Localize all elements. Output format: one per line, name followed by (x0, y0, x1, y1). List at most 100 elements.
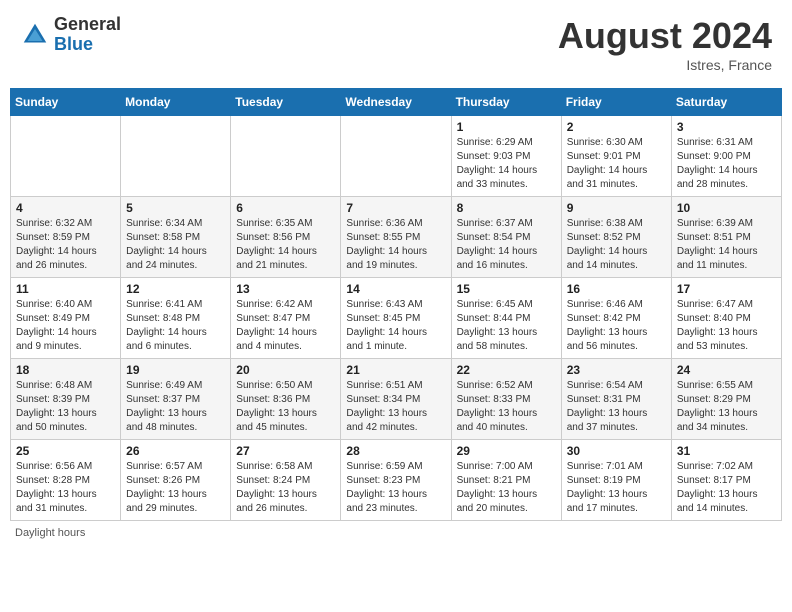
day-number: 22 (457, 363, 556, 377)
day-number: 20 (236, 363, 335, 377)
day-info: Sunrise: 6:31 AM Sunset: 9:00 PM Dayligh… (677, 136, 776, 192)
calendar-cell: 21 Sunrise: 6:51 AM Sunset: 8:34 PM Dayli… (341, 359, 451, 440)
logo-blue: Blue (54, 35, 121, 55)
day-info: Sunrise: 6:36 AM Sunset: 8:55 PM Dayligh… (346, 217, 445, 273)
calendar-cell: 18 Sunrise: 6:48 AM Sunset: 8:39 PM Dayli… (11, 359, 121, 440)
calendar-cell: 27Sunrise: 6:58 AM Sunset: 8:24 PM Dayli… (231, 440, 341, 521)
calendar-cell: 9Sunrise: 6:38 AM Sunset: 8:52 PM Daylig… (561, 197, 671, 278)
calendar-week-row: 1 Sunrise: 6:29 AM Sunset: 9:03 PM Daylig… (11, 116, 782, 197)
calendar-cell: 23Sunrise: 6:54 AM Sunset: 8:31 PM Dayli… (561, 359, 671, 440)
calendar-cell: 19 Sunrise: 6:49 AM Sunset: 8:37 PM Dayli… (121, 359, 231, 440)
day-info: Sunrise: 6:40 AM Sunset: 8:49 PM Dayligh… (16, 298, 115, 354)
calendar-cell (341, 116, 451, 197)
day-info: Sunrise: 6:35 AM Sunset: 8:56 PM Dayligh… (236, 217, 335, 273)
day-number: 16 (567, 282, 666, 296)
calendar-week-row: 18 Sunrise: 6:48 AM Sunset: 8:39 PM Dayli… (11, 359, 782, 440)
day-number: 10 (677, 201, 776, 215)
title-block: August 2024 Istres, France (558, 15, 772, 73)
calendar-day-header: Tuesday (231, 89, 341, 116)
calendar-cell: 25 Sunrise: 6:56 AM Sunset: 8:28 PM Dayli… (11, 440, 121, 521)
calendar-cell: 16 Sunrise: 6:46 AM Sunset: 8:42 PM Dayli… (561, 278, 671, 359)
day-number: 27 (236, 444, 335, 458)
day-info: Sunrise: 6:50 AM Sunset: 8:36 PM Dayligh… (236, 379, 335, 435)
day-number: 6 (236, 201, 335, 215)
calendar-week-row: 25 Sunrise: 6:56 AM Sunset: 8:28 PM Dayli… (11, 440, 782, 521)
day-info: Sunrise: 6:49 AM Sunset: 8:37 PM Dayligh… (126, 379, 225, 435)
calendar-cell: 14 Sunrise: 6:43 AM Sunset: 8:45 PM Dayli… (341, 278, 451, 359)
calendar-cell: 7Sunrise: 6:36 AM Sunset: 8:55 PM Daylig… (341, 197, 451, 278)
day-info: Sunrise: 6:48 AM Sunset: 8:39 PM Dayligh… (16, 379, 115, 435)
calendar-cell: 6 Sunrise: 6:35 AM Sunset: 8:56 PM Daylig… (231, 197, 341, 278)
day-number: 18 (16, 363, 115, 377)
calendar-cell: 22 Sunrise: 6:52 AM Sunset: 8:33 PM Dayli… (451, 359, 561, 440)
day-info: Sunrise: 6:54 AM Sunset: 8:31 PM Dayligh… (567, 379, 666, 435)
calendar-cell: 2Sunrise: 6:30 AM Sunset: 9:01 PM Daylig… (561, 116, 671, 197)
month-title: August 2024 (558, 15, 772, 57)
calendar-day-header: Saturday (671, 89, 781, 116)
day-number: 21 (346, 363, 445, 377)
day-info: Sunrise: 6:51 AM Sunset: 8:34 PM Dayligh… (346, 379, 445, 435)
day-number: 19 (126, 363, 225, 377)
location: Istres, France (558, 57, 772, 73)
calendar-cell: 20 Sunrise: 6:50 AM Sunset: 8:36 PM Dayli… (231, 359, 341, 440)
logo-general: General (54, 15, 121, 35)
day-number: 14 (346, 282, 445, 296)
calendar-header-row: SundayMondayTuesdayWednesdayThursdayFrid… (11, 89, 782, 116)
day-number: 11 (16, 282, 115, 296)
day-number: 12 (126, 282, 225, 296)
calendar-cell (231, 116, 341, 197)
calendar-day-header: Monday (121, 89, 231, 116)
calendar-cell: 8 Sunrise: 6:37 AM Sunset: 8:54 PM Daylig… (451, 197, 561, 278)
day-info: Sunrise: 6:29 AM Sunset: 9:03 PM Dayligh… (457, 136, 556, 192)
day-number: 30 (567, 444, 666, 458)
day-number: 2 (567, 120, 666, 134)
day-number: 25 (16, 444, 115, 458)
day-info: Sunrise: 6:57 AM Sunset: 8:26 PM Dayligh… (126, 460, 225, 516)
day-info: Sunrise: 6:43 AM Sunset: 8:45 PM Dayligh… (346, 298, 445, 354)
calendar-cell: 10 Sunrise: 6:39 AM Sunset: 8:51 PM Dayli… (671, 197, 781, 278)
day-info: Sunrise: 6:32 AM Sunset: 8:59 PM Dayligh… (16, 217, 115, 273)
day-info: Sunrise: 7:02 AM Sunset: 8:17 PM Dayligh… (677, 460, 776, 516)
calendar-cell: 28 Sunrise: 6:59 AM Sunset: 8:23 PM Dayli… (341, 440, 451, 521)
page-header: General Blue August 2024 Istres, France (10, 10, 782, 78)
day-info: Sunrise: 6:45 AM Sunset: 8:44 PM Dayligh… (457, 298, 556, 354)
day-number: 15 (457, 282, 556, 296)
calendar-cell: 3Sunrise: 6:31 AM Sunset: 9:00 PM Daylig… (671, 116, 781, 197)
calendar-cell: 30 Sunrise: 7:01 AM Sunset: 8:19 PM Dayli… (561, 440, 671, 521)
logo: General Blue (20, 15, 121, 55)
day-number: 28 (346, 444, 445, 458)
calendar-cell: 1 Sunrise: 6:29 AM Sunset: 9:03 PM Daylig… (451, 116, 561, 197)
day-info: Sunrise: 6:41 AM Sunset: 8:48 PM Dayligh… (126, 298, 225, 354)
calendar-cell: 17Sunrise: 6:47 AM Sunset: 8:40 PM Dayli… (671, 278, 781, 359)
calendar-cell: 11 Sunrise: 6:40 AM Sunset: 8:49 PM Dayli… (11, 278, 121, 359)
calendar-week-row: 4Sunrise: 6:32 AM Sunset: 8:59 PM Daylig… (11, 197, 782, 278)
calendar-week-row: 11 Sunrise: 6:40 AM Sunset: 8:49 PM Dayli… (11, 278, 782, 359)
calendar-day-header: Sunday (11, 89, 121, 116)
calendar-cell: 4Sunrise: 6:32 AM Sunset: 8:59 PM Daylig… (11, 197, 121, 278)
day-number: 26 (126, 444, 225, 458)
day-info: Sunrise: 6:37 AM Sunset: 8:54 PM Dayligh… (457, 217, 556, 273)
logo-text: General Blue (54, 15, 121, 55)
day-number: 8 (457, 201, 556, 215)
footer-note: Daylight hours (10, 527, 782, 539)
day-info: Sunrise: 6:46 AM Sunset: 8:42 PM Dayligh… (567, 298, 666, 354)
calendar-cell: 31Sunrise: 7:02 AM Sunset: 8:17 PM Dayli… (671, 440, 781, 521)
day-info: Sunrise: 6:38 AM Sunset: 8:52 PM Dayligh… (567, 217, 666, 273)
calendar-day-header: Friday (561, 89, 671, 116)
day-info: Sunrise: 6:55 AM Sunset: 8:29 PM Dayligh… (677, 379, 776, 435)
calendar-cell: 5 Sunrise: 6:34 AM Sunset: 8:58 PM Daylig… (121, 197, 231, 278)
day-number: 13 (236, 282, 335, 296)
day-number: 5 (126, 201, 225, 215)
day-info: Sunrise: 6:52 AM Sunset: 8:33 PM Dayligh… (457, 379, 556, 435)
day-info: Sunrise: 7:01 AM Sunset: 8:19 PM Dayligh… (567, 460, 666, 516)
day-info: Sunrise: 7:00 AM Sunset: 8:21 PM Dayligh… (457, 460, 556, 516)
day-number: 1 (457, 120, 556, 134)
calendar-cell: 12 Sunrise: 6:41 AM Sunset: 8:48 PM Dayli… (121, 278, 231, 359)
calendar-cell: 29Sunrise: 7:00 AM Sunset: 8:21 PM Dayli… (451, 440, 561, 521)
calendar-cell (121, 116, 231, 197)
day-info: Sunrise: 6:34 AM Sunset: 8:58 PM Dayligh… (126, 217, 225, 273)
calendar-cell: 15 Sunrise: 6:45 AM Sunset: 8:44 PM Dayli… (451, 278, 561, 359)
day-info: Sunrise: 6:56 AM Sunset: 8:28 PM Dayligh… (16, 460, 115, 516)
day-info: Sunrise: 6:59 AM Sunset: 8:23 PM Dayligh… (346, 460, 445, 516)
day-info: Sunrise: 6:39 AM Sunset: 8:51 PM Dayligh… (677, 217, 776, 273)
